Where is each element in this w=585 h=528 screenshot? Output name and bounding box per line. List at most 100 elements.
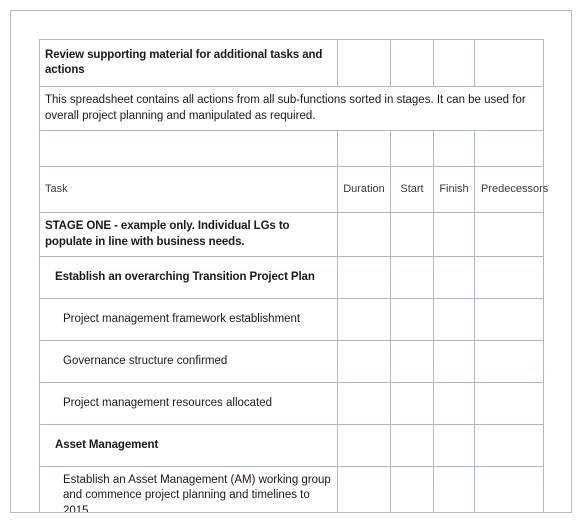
row-start-cell[interactable]	[390, 212, 434, 257]
row-finish-cell[interactable]	[433, 340, 475, 383]
row-duration-cell[interactable]	[337, 424, 391, 467]
row-task-cell[interactable]: Asset Management	[39, 424, 338, 467]
row-start-cell[interactable]	[390, 466, 434, 512]
blank-duration-cell[interactable]	[337, 130, 391, 167]
row-task-cell[interactable]: Project management resources allocated	[39, 382, 338, 425]
blank-text	[40, 143, 337, 155]
row-task-label: Establish an Asset Management (AM) worki…	[63, 474, 331, 513]
header-predecessors[interactable]: Predecessors	[474, 166, 549, 213]
row-start-value	[391, 440, 433, 452]
row-finish-value	[434, 490, 474, 502]
row-task-label: Asset Management	[55, 438, 159, 451]
row-finish-cell[interactable]	[433, 256, 475, 299]
header-task-label: Task	[45, 183, 68, 196]
row-task-cell[interactable]: Governance structure confirmed	[39, 340, 338, 383]
row-duration-cell[interactable]	[337, 466, 391, 512]
column-header-row: Task Duration Start Finish Predecessors	[39, 166, 549, 213]
row-start-cell[interactable]	[390, 340, 434, 383]
title-row: Review supporting material for additiona…	[39, 39, 544, 87]
row-predecessors-value	[475, 440, 543, 452]
header-duration-label: Duration	[343, 183, 385, 196]
header-finish-label: Finish	[439, 183, 469, 196]
row-duration-value	[338, 398, 390, 410]
title-finish-cell[interactable]	[433, 39, 475, 87]
row-predecessors-cell[interactable]	[474, 466, 544, 512]
header-finish[interactable]: Finish	[433, 166, 475, 213]
header-start[interactable]: Start	[390, 166, 434, 213]
row-predecessors-cell[interactable]	[474, 340, 544, 383]
title-text: Review supporting material for additiona…	[45, 48, 323, 76]
row-duration-value	[338, 356, 390, 368]
row-start-value	[391, 314, 433, 326]
row-task-cell[interactable]: STAGE ONE - example only. Individual LGs…	[39, 212, 338, 257]
description-cell: This spreadsheet contains all actions fr…	[39, 86, 544, 131]
row-predecessors-cell[interactable]	[474, 424, 544, 467]
row-finish-cell[interactable]	[433, 424, 475, 467]
row-start-value	[391, 229, 433, 241]
table-row: Establish an Asset Management (AM) worki…	[39, 466, 544, 513]
row-task-cell[interactable]: Establish an overarching Transition Proj…	[39, 256, 338, 299]
row-predecessors-cell[interactable]	[474, 212, 544, 257]
blank-task-cell[interactable]	[39, 130, 338, 167]
blank-predecessors-cell[interactable]	[474, 130, 544, 167]
blank-start-cell[interactable]	[390, 130, 434, 167]
row-duration-cell[interactable]	[337, 212, 391, 257]
row-duration-value	[338, 490, 390, 502]
table-row: Establish an overarching Transition Proj…	[39, 256, 544, 299]
row-duration-value	[338, 314, 390, 326]
row-finish-cell[interactable]	[433, 466, 475, 512]
blank-finish-cell[interactable]	[433, 130, 475, 167]
row-start-cell[interactable]	[390, 382, 434, 425]
table-row: Project management resources allocated	[39, 382, 544, 425]
row-finish-value	[434, 314, 474, 326]
row-start-cell[interactable]	[390, 298, 434, 341]
header-start-label: Start	[400, 183, 424, 196]
row-start-cell[interactable]	[390, 256, 434, 299]
row-predecessors-cell[interactable]	[474, 256, 544, 299]
row-finish-value	[434, 229, 474, 241]
row-finish-cell[interactable]	[433, 382, 475, 425]
row-start-cell[interactable]	[390, 424, 434, 467]
row-predecessors-value	[475, 272, 543, 284]
blank-row	[39, 130, 544, 167]
row-duration-value	[338, 440, 390, 452]
row-task-label: Project management resources allocated	[63, 396, 273, 409]
row-predecessors-value	[475, 229, 543, 241]
document-page: Review supporting material for additiona…	[10, 10, 572, 513]
header-task[interactable]: Task	[39, 166, 338, 213]
row-predecessors-value	[475, 398, 543, 410]
row-task-label: Governance structure confirmed	[63, 354, 228, 367]
row-duration-value	[338, 229, 390, 241]
row-task-label: Establish an overarching Transition Proj…	[55, 270, 315, 283]
row-finish-cell[interactable]	[433, 212, 475, 257]
row-predecessors-cell[interactable]	[474, 298, 544, 341]
description-text: This spreadsheet contains all actions fr…	[45, 94, 526, 122]
row-task-cell[interactable]: Project management framework establishme…	[39, 298, 338, 341]
row-duration-cell[interactable]	[337, 256, 391, 299]
header-predecessors-label: Predecessors	[481, 183, 549, 196]
title-duration-cell[interactable]	[337, 39, 391, 87]
row-predecessors-cell[interactable]	[474, 382, 544, 425]
row-start-value	[391, 490, 433, 502]
row-duration-value	[338, 272, 390, 284]
row-finish-value	[434, 356, 474, 368]
row-predecessors-value	[475, 314, 543, 326]
title-predecessors-cell[interactable]	[474, 39, 544, 87]
row-start-value	[391, 356, 433, 368]
row-duration-cell[interactable]	[337, 382, 391, 425]
row-finish-value	[434, 272, 474, 284]
row-duration-cell[interactable]	[337, 340, 391, 383]
row-task-cell[interactable]: Establish an Asset Management (AM) worki…	[39, 466, 338, 513]
table-row: STAGE ONE - example only. Individual LGs…	[39, 212, 544, 257]
row-predecessors-value	[475, 490, 543, 502]
row-task-label: Project management framework establishme…	[63, 312, 301, 325]
row-finish-cell[interactable]	[433, 298, 475, 341]
header-duration[interactable]: Duration	[337, 166, 391, 213]
table-row: Governance structure confirmed	[39, 340, 544, 383]
row-finish-value	[434, 398, 474, 410]
row-duration-cell[interactable]	[337, 298, 391, 341]
spreadsheet-table: Review supporting material for additiona…	[39, 39, 549, 513]
row-predecessors-value	[475, 356, 543, 368]
row-start-value	[391, 398, 433, 410]
title-start-cell[interactable]	[390, 39, 434, 87]
